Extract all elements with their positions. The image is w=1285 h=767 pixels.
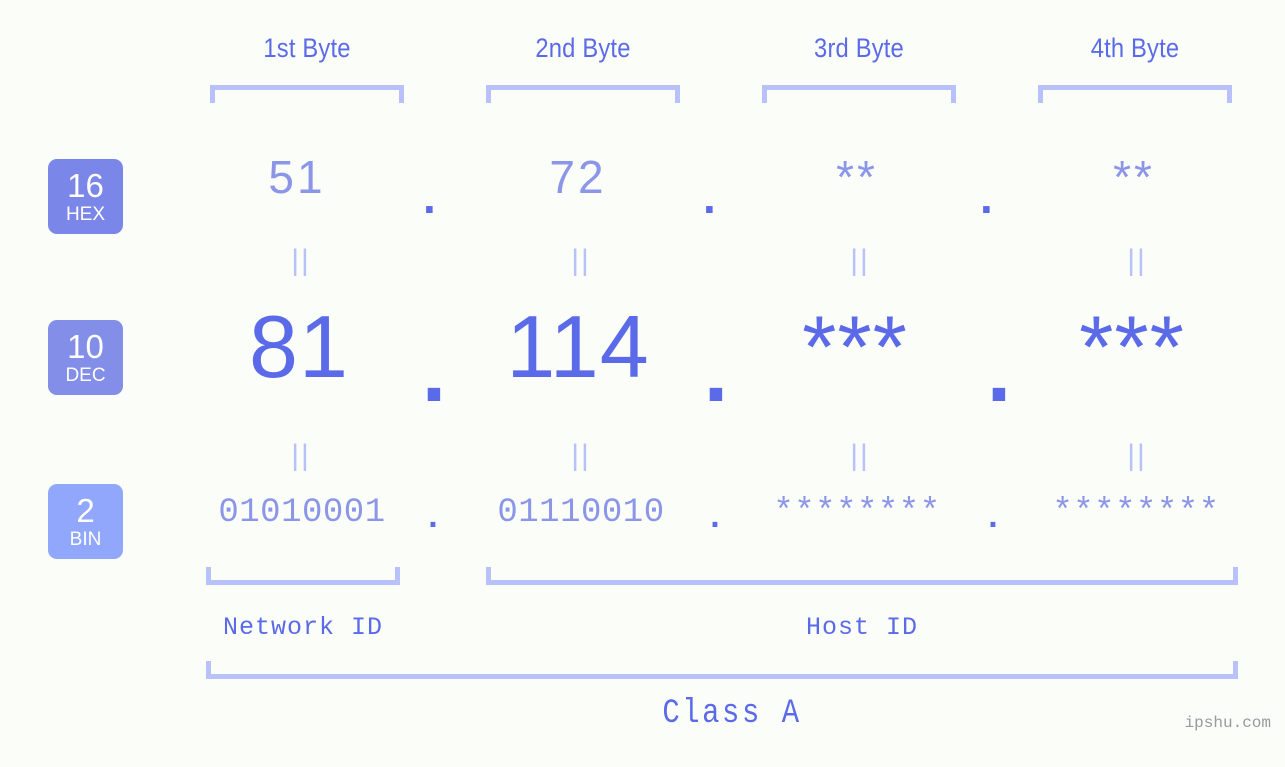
equality-connector-hex-dec-1: ||: [291, 244, 311, 277]
byte-header-label: 1st Byte: [263, 33, 351, 63]
bin-separator-3: .: [982, 500, 1004, 538]
dec-separator-3: .: [986, 321, 1012, 420]
byte-header-1: 1st Byte: [219, 33, 395, 64]
bin-byte-4: ********: [1052, 494, 1220, 532]
dec-separator-1: .: [421, 321, 447, 420]
base-badge-number: 2: [76, 492, 95, 529]
hex-byte-1: 51: [268, 151, 326, 203]
class-bracket: [206, 661, 1238, 679]
network-id-bracket: [206, 567, 400, 585]
byte-bracket-top-2: [486, 85, 680, 103]
host-id-bracket: [486, 567, 1238, 585]
equality-connector-dec-bin-3: ||: [850, 439, 870, 472]
dec-byte-4: ***: [1079, 297, 1185, 396]
byte-header-label: 3rd Byte: [814, 33, 904, 63]
base-badge-number: 10: [67, 328, 104, 365]
base-badge-name: HEX: [65, 204, 106, 225]
byte-header-4: 4th Byte: [1047, 33, 1223, 64]
byte-header-2: 2nd Byte: [495, 33, 671, 64]
equality-connector-dec-bin-1: ||: [291, 439, 311, 472]
hex-separator-3: .: [980, 171, 993, 223]
dec-byte-3: ***: [802, 297, 908, 396]
hex-separator-1: .: [423, 171, 436, 223]
bin-separator-2: .: [704, 500, 726, 538]
base-badge-name: BIN: [69, 529, 102, 550]
base-badge-name: DEC: [65, 365, 106, 386]
byte-header-label: 4th Byte: [1090, 33, 1180, 63]
hex-byte-3: **: [836, 151, 878, 203]
equality-connector-dec-bin-2: ||: [571, 439, 591, 472]
bin-byte-3: ********: [773, 494, 941, 532]
watermark: ipshu.com: [1184, 714, 1271, 732]
byte-bracket-top-1: [210, 85, 404, 103]
hex-byte-4: **: [1113, 151, 1155, 203]
ip-breakdown-diagram: 1st Byte 2nd Byte 3rd Byte 4th Byte 16 H…: [0, 0, 1285, 767]
hex-separator-2: .: [703, 171, 716, 223]
class-label: Class A: [662, 695, 802, 733]
host-id-label: Host ID: [805, 613, 919, 642]
bin-byte-1: 01010001: [218, 494, 386, 532]
network-id-label: Network ID: [222, 613, 384, 642]
bin-separator-1: .: [422, 500, 444, 538]
equality-connector-dec-bin-4: ||: [1127, 439, 1147, 472]
byte-bracket-top-3: [762, 85, 956, 103]
dec-byte-1: 81: [249, 297, 349, 396]
byte-header-label: 2nd Byte: [535, 33, 631, 63]
byte-header-3: 3rd Byte: [771, 33, 947, 64]
byte-bracket-top-4: [1038, 85, 1232, 103]
dec-byte-2: 114: [506, 297, 650, 396]
base-badge-number: 16: [67, 167, 104, 204]
bin-byte-2: 01110010: [497, 494, 665, 532]
equality-connector-hex-dec-4: ||: [1127, 244, 1147, 277]
base-badge-hex: 16 HEX: [48, 159, 123, 234]
dec-separator-2: .: [703, 321, 729, 420]
base-badge-dec: 10 DEC: [48, 320, 123, 395]
hex-byte-2: 72: [549, 151, 607, 203]
base-badge-bin: 2 BIN: [48, 484, 123, 559]
equality-connector-hex-dec-2: ||: [571, 244, 591, 277]
equality-connector-hex-dec-3: ||: [850, 244, 870, 277]
